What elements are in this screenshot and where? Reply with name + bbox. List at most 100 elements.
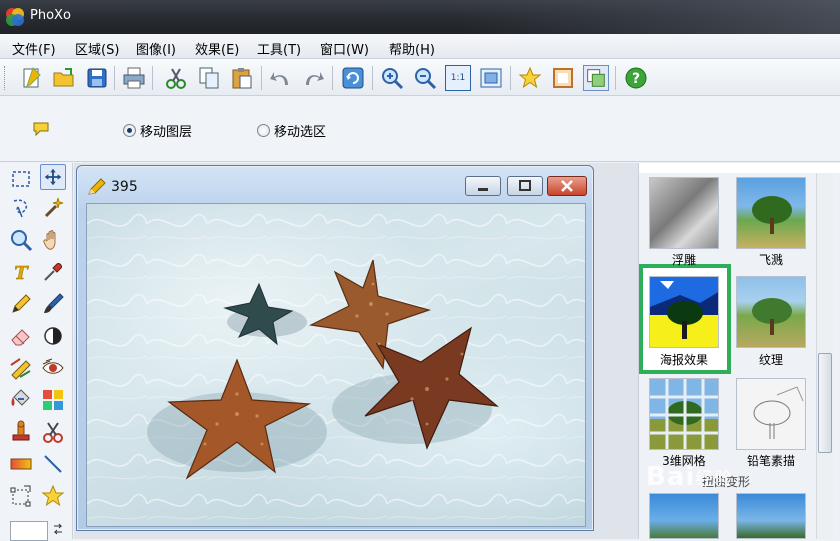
toolbar-separator — [114, 66, 115, 90]
move-layer-radio[interactable]: 移动图层 — [123, 121, 192, 140]
copy-icon[interactable] — [196, 65, 222, 91]
zoom-tool-icon[interactable] — [8, 227, 34, 253]
save-icon[interactable] — [84, 65, 110, 91]
texture-tree-icon — [752, 298, 792, 335]
effect-thumb-3d-grid[interactable] — [649, 378, 719, 450]
swap-colors-icon[interactable] — [52, 523, 64, 535]
svg-text:T: T — [14, 263, 29, 284]
effects-scrollbar[interactable] — [816, 173, 833, 539]
watermark-text: Bai — [646, 462, 696, 492]
effect-thumb-texture[interactable] — [736, 276, 806, 348]
undo-icon[interactable] — [268, 65, 294, 91]
color-swatch[interactable] — [10, 521, 48, 541]
menu-effects[interactable]: 效果(E) — [195, 39, 239, 58]
red-eye-icon[interactable] — [40, 355, 66, 381]
gradient-tool-icon[interactable] — [8, 451, 34, 477]
effect-thumb-splatter[interactable] — [736, 177, 806, 249]
text-tool-icon[interactable]: T — [8, 259, 34, 285]
move-selection-radio[interactable]: 移动选区 — [257, 121, 326, 140]
shape-star-icon[interactable] — [40, 483, 66, 509]
cut-icon[interactable] — [163, 65, 189, 91]
zoom-in-icon[interactable] — [379, 65, 405, 91]
magic-wand-icon[interactable] — [40, 195, 66, 221]
menu-file[interactable]: 文件(F) — [12, 39, 56, 58]
move-layer-label: 移动图层 — [140, 125, 193, 140]
photo-canvas[interactable] — [86, 203, 586, 527]
fit-window-icon[interactable] — [478, 65, 504, 91]
toolbar-separator — [261, 66, 262, 90]
brush-tool-icon[interactable] — [40, 291, 66, 317]
lasso-icon[interactable] — [8, 195, 34, 221]
tool-options-bar: 移动图层 移动选区 — [0, 96, 840, 162]
effect-thumb-emboss[interactable] — [649, 177, 719, 249]
image-window[interactable]: 395 — [76, 165, 594, 531]
effect-thumb-pencil-sketch[interactable] — [736, 378, 806, 450]
close-button[interactable] — [547, 176, 587, 196]
menu-help[interactable]: 帮助(H) — [389, 39, 435, 58]
close-icon — [561, 180, 573, 192]
fill-bucket-icon[interactable] — [8, 387, 34, 413]
minimize-button[interactable] — [465, 176, 501, 196]
menu-image[interactable]: 图像(I) — [136, 39, 176, 58]
title-bar-decoration — [460, 0, 840, 34]
paste-icon[interactable] — [229, 65, 255, 91]
watermark-suffix: 经验 — [695, 469, 734, 490]
toolbar-separator — [332, 66, 333, 90]
hand-tool-icon[interactable] — [40, 227, 66, 253]
svg-text:?: ? — [632, 71, 640, 87]
open-icon[interactable] — [51, 65, 77, 91]
toolbar-grip[interactable] — [4, 66, 7, 90]
starfish-photo — [87, 204, 585, 526]
move-selection-label: 移动选区 — [274, 125, 327, 140]
menu-region[interactable]: 区域(S) — [75, 39, 119, 58]
sketch-tree-icon — [753, 386, 804, 439]
grid-tree-icon — [650, 379, 718, 449]
effect-label-pencil-sketch: 铅笔素描 — [746, 454, 795, 468]
contrast-tool-icon[interactable] — [40, 323, 66, 349]
toolbar-separator — [615, 66, 616, 90]
app-logo-icon — [6, 8, 24, 26]
radio-indicator[interactable] — [257, 124, 270, 137]
actual-size-icon[interactable]: 1:1 — [445, 65, 471, 91]
poster-tree-icon — [650, 277, 718, 347]
radio-selected-indicator[interactable] — [123, 124, 136, 137]
help-icon[interactable]: ? — [623, 65, 649, 91]
favorite-icon[interactable] — [517, 65, 543, 91]
effect-thumb-poster[interactable] — [649, 276, 719, 348]
zoom-out-icon[interactable] — [412, 65, 438, 91]
maximize-button[interactable] — [507, 176, 543, 196]
new-icon[interactable] — [18, 65, 44, 91]
effect-label-poster: 海报效果 — [659, 353, 708, 367]
print-icon[interactable] — [121, 65, 147, 91]
color-effects-icon[interactable] — [40, 387, 66, 413]
scrollbar-thumb[interactable] — [818, 353, 832, 453]
toolbar-separator — [372, 66, 373, 90]
clone-tool-icon[interactable] — [8, 355, 34, 381]
move-tool-icon[interactable] — [40, 164, 66, 190]
pencil-tool-icon[interactable] — [8, 291, 34, 317]
refresh-icon[interactable] — [340, 65, 366, 91]
stamp-tool-icon[interactable] — [8, 419, 34, 445]
effect-label-texture: 纹理 — [758, 353, 783, 367]
app-title: PhoXo — [30, 8, 71, 23]
tree-icon — [752, 196, 792, 234]
menu-window[interactable]: 窗口(W) — [320, 39, 369, 58]
layer-icon[interactable] — [583, 65, 609, 91]
scissors-tool-icon[interactable] — [40, 419, 66, 445]
eyedropper-icon[interactable] — [40, 259, 66, 285]
toolbar-separator — [152, 66, 153, 90]
pencil-icon — [88, 178, 106, 195]
effect-thumb-row4-left[interactable] — [649, 493, 719, 539]
maximize-icon — [519, 180, 531, 191]
eraser-tool-icon[interactable] — [8, 323, 34, 349]
minimize-icon — [478, 188, 488, 191]
redo-icon[interactable] — [300, 65, 326, 91]
transform-tool-icon[interactable] — [8, 483, 34, 509]
toolbar-separator — [510, 66, 511, 90]
line-tool-icon[interactable] — [40, 451, 66, 477]
tool-panel: T — [0, 163, 73, 541]
menu-tools[interactable]: 工具(T) — [257, 39, 301, 58]
effect-thumb-row4-right[interactable] — [736, 493, 806, 539]
rect-select-icon[interactable] — [8, 167, 34, 193]
frame-icon[interactable] — [550, 65, 576, 91]
